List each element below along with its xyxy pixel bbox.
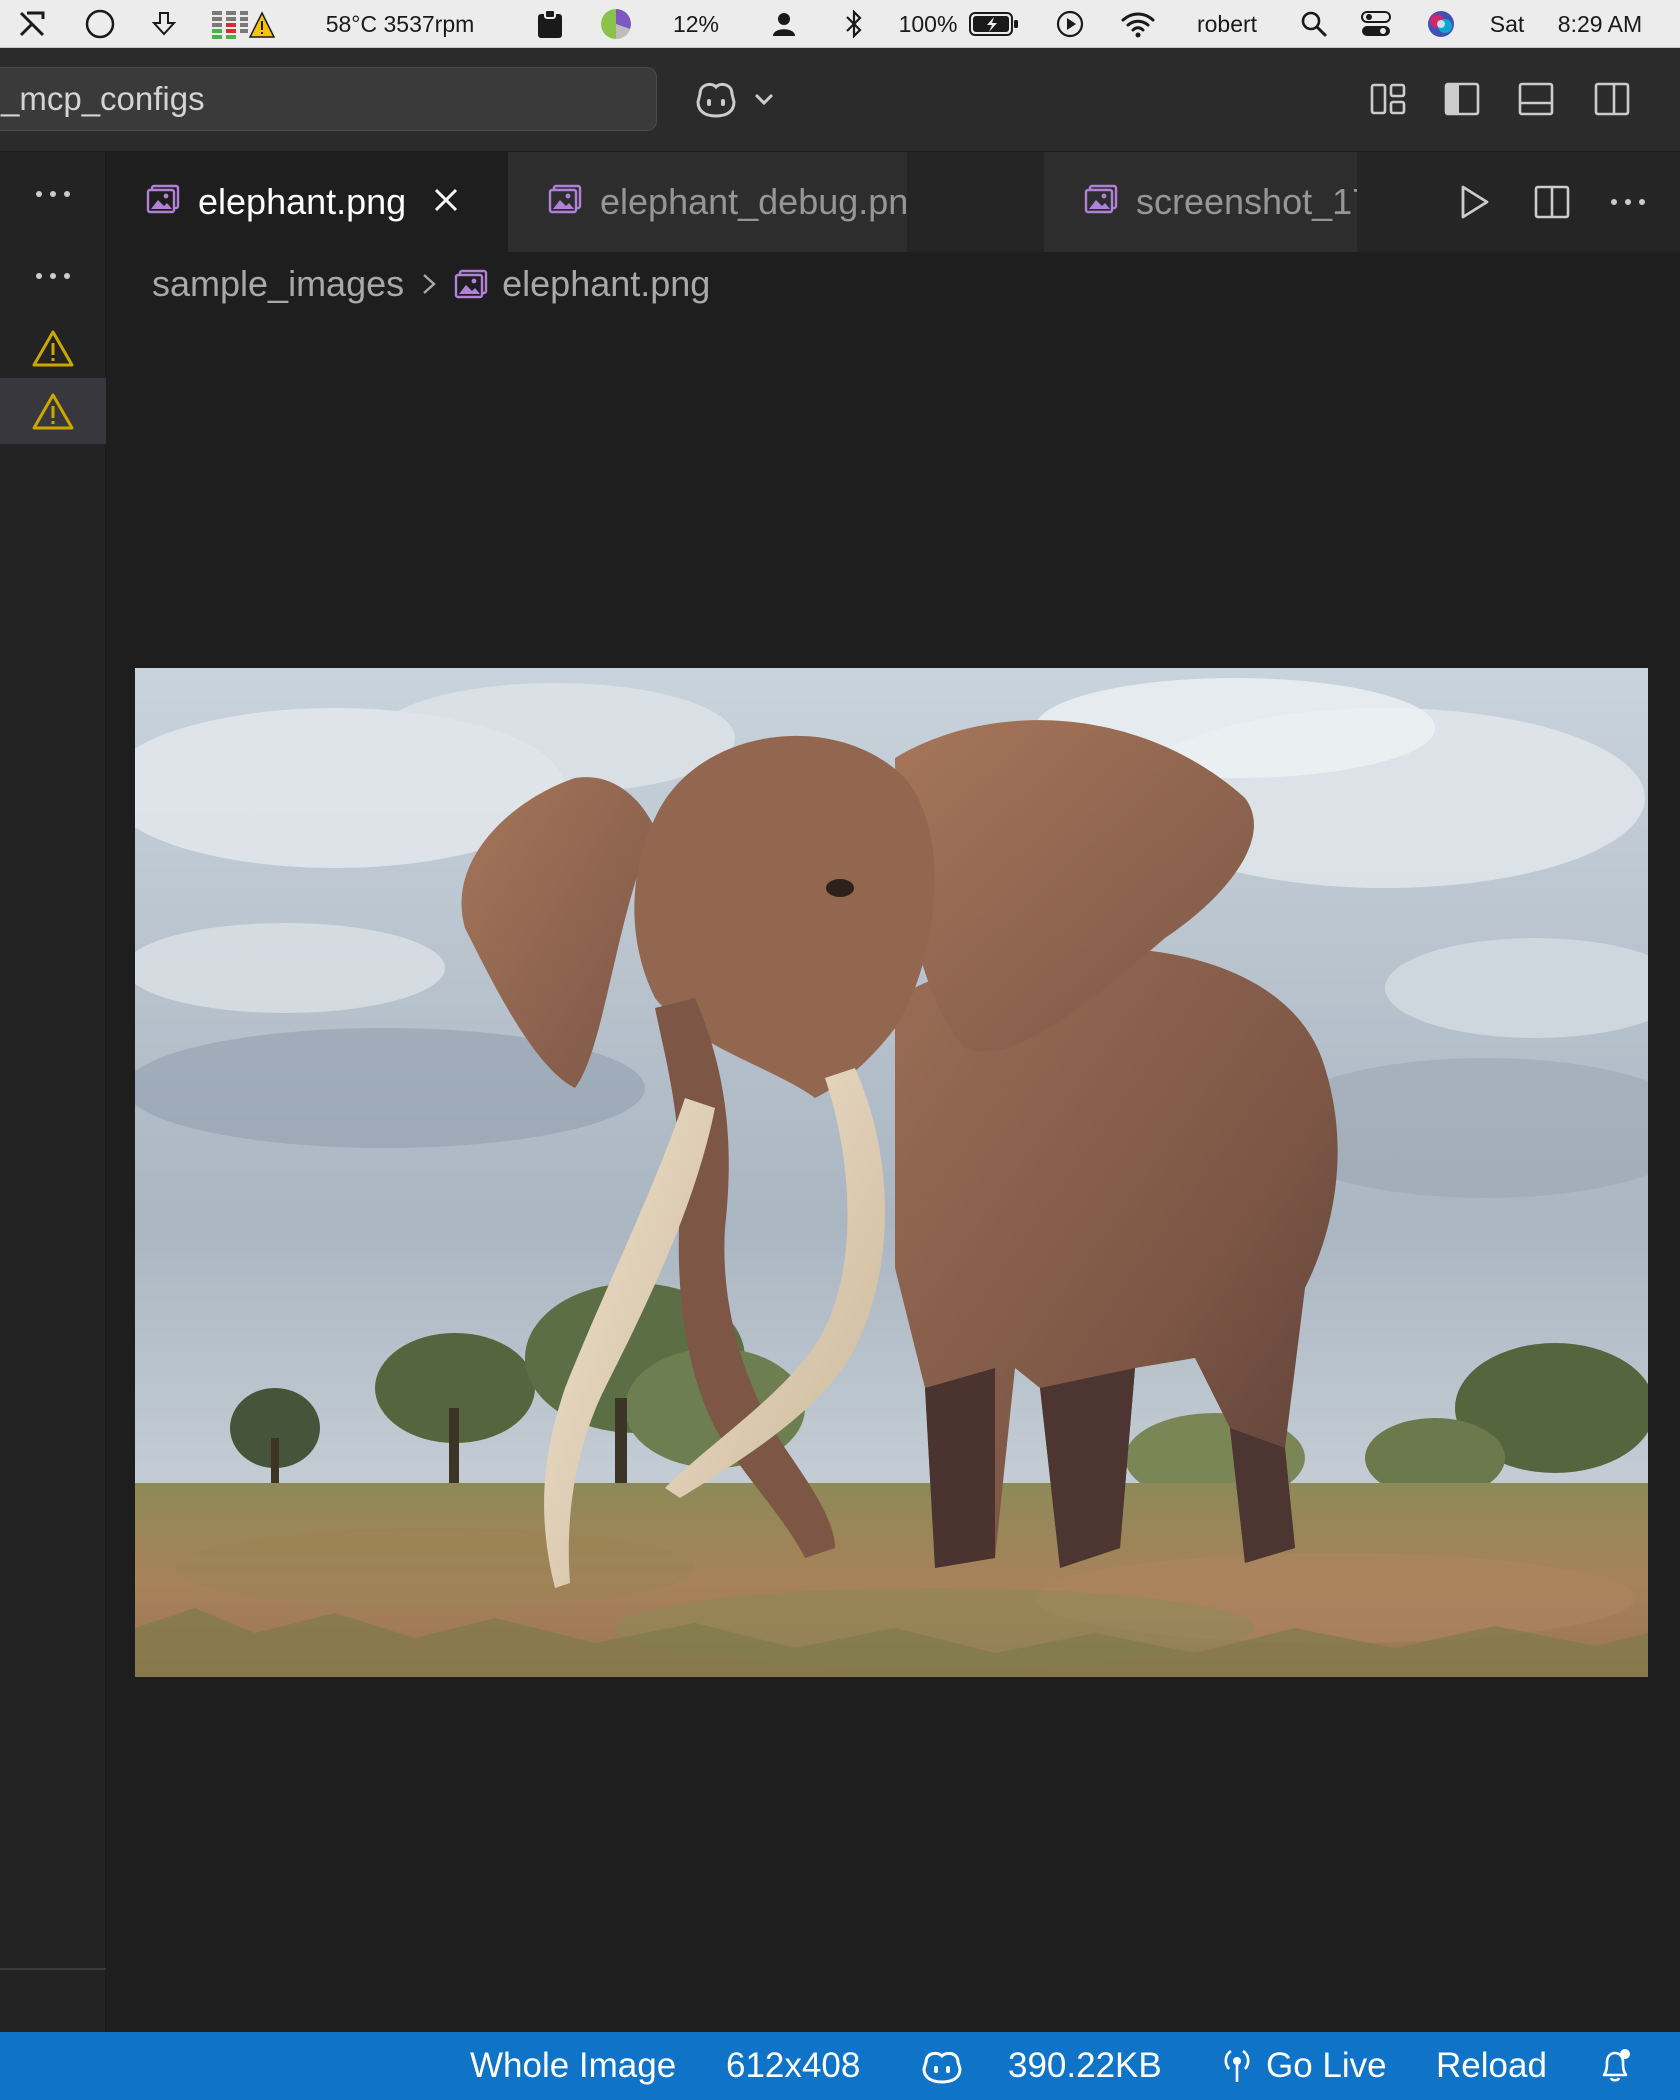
cpu-percent[interactable]: 12% (668, 0, 724, 48)
customize-layout-icon[interactable] (1364, 76, 1412, 122)
image-file-icon (454, 269, 488, 299)
side-panel-strip (0, 152, 106, 2032)
control-center-icon[interactable] (1358, 0, 1394, 48)
broadcast-icon (1224, 2049, 1250, 2082)
image-file-icon (548, 181, 582, 223)
tab-label: elephant.png (198, 181, 407, 222)
warning-icon[interactable] (0, 320, 106, 376)
clock-day[interactable]: Sat (1484, 0, 1530, 48)
battery-icon[interactable] (966, 0, 1022, 48)
divider (0, 1968, 106, 1970)
toggle-secondary-sidebar-icon[interactable] (1588, 76, 1636, 122)
sensor-readout[interactable]: 58°C 3537rpm (318, 0, 482, 48)
go-live-label: Go Live (1266, 2046, 1387, 2085)
run-icon[interactable] (1442, 152, 1506, 252)
elephant-photo (135, 668, 1648, 1677)
more-icon[interactable] (0, 252, 106, 300)
user-icon[interactable] (766, 0, 802, 48)
clipboard-icon[interactable] (532, 0, 568, 48)
download-icon[interactable] (146, 0, 182, 48)
circle-icon[interactable] (82, 0, 118, 48)
breadcrumb-folder[interactable]: sample_images (152, 263, 404, 305)
toggle-primary-sidebar-icon[interactable] (1438, 76, 1486, 122)
bluetooth-icon[interactable] (836, 0, 872, 48)
gitlab-like-icon[interactable] (12, 0, 52, 48)
breadcrumb-file[interactable]: elephant.png (502, 263, 710, 305)
search-icon[interactable] (1298, 0, 1330, 48)
clock-time[interactable]: 8:29 AM (1540, 0, 1660, 48)
more-actions-icon[interactable] (1596, 152, 1660, 252)
wifi-icon[interactable] (1118, 0, 1158, 48)
file-size: 390.22KB (1008, 2046, 1162, 2085)
warning-icon[interactable] (0, 378, 106, 444)
tab-elephant-debug-png[interactable]: elephant_debug.png (508, 152, 908, 252)
more-icon[interactable] (0, 170, 106, 218)
pie-chart-icon[interactable] (598, 0, 634, 48)
command-center-label: _mcp_configs (1, 80, 205, 117)
split-editor-icon[interactable] (1520, 152, 1584, 252)
tab-label: screenshot_1746 (1136, 181, 1357, 222)
image-file-icon (146, 181, 180, 223)
image-dimensions: 612x408 (726, 2046, 861, 2085)
reload-button[interactable]: Reload (1436, 2032, 1547, 2100)
user-name[interactable]: robert (1184, 0, 1270, 48)
chevron-right-icon (420, 269, 438, 299)
breadcrumb: sample_images elephant.png (152, 256, 710, 312)
battery-percent[interactable]: 100% (898, 0, 958, 48)
close-icon[interactable] (432, 181, 460, 223)
tab-screenshot[interactable]: screenshot_1746 (1044, 152, 1358, 252)
notification-bell-icon[interactable] (1596, 2032, 1646, 2100)
zoom-status[interactable]: Whole Image (470, 2032, 676, 2100)
tab-elephant-png[interactable]: elephant.png (106, 152, 508, 252)
macos-menu-bar: 58°C 3537rpm 12% 100% robert Sat 8:29 AM (0, 0, 1680, 48)
siri-icon[interactable] (1424, 0, 1458, 48)
go-live-button[interactable]: Go Live (1220, 2032, 1387, 2100)
status-bar: Whole Image 612x408 390.22KB Go Live Rel… (0, 2032, 1680, 2100)
cpu-meter-icon[interactable] (210, 0, 276, 48)
tab-label: elephant_debug.png (600, 181, 908, 222)
copilot-status-icon[interactable] (920, 2032, 976, 2100)
title-bar: _mcp_configs (0, 48, 1680, 152)
image-preview[interactable] (135, 668, 1648, 1677)
command-center[interactable]: _mcp_configs (0, 67, 657, 131)
copilot-icon[interactable] (692, 76, 784, 122)
image-file-icon (1084, 181, 1118, 223)
editor-tabs: elephant.png elephant_debug.png screensh… (106, 152, 1680, 252)
play-circle-icon[interactable] (1052, 0, 1088, 48)
toggle-panel-icon[interactable] (1512, 76, 1560, 122)
